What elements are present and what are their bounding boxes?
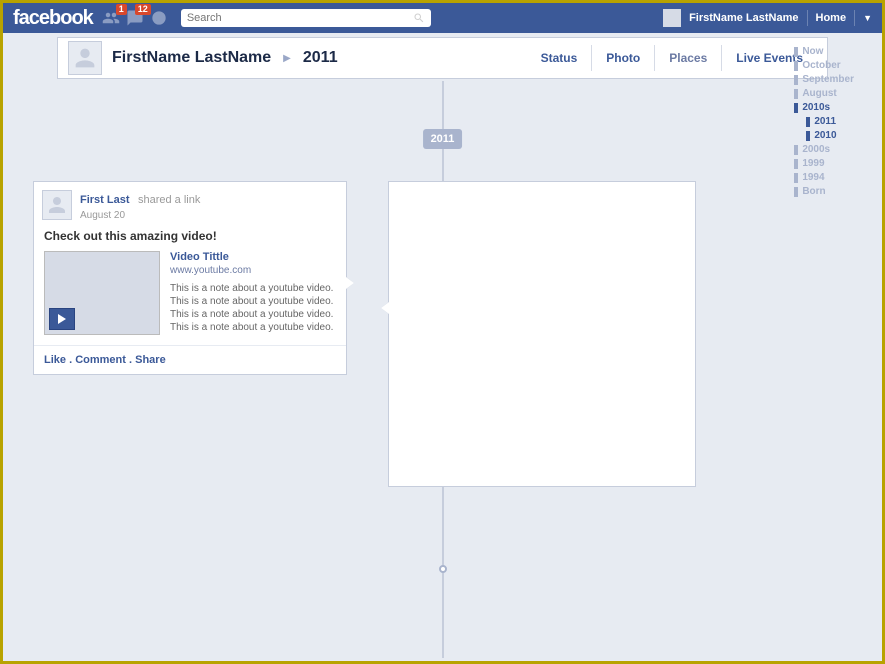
date-nav-item[interactable]: September (794, 73, 854, 87)
profile-year: 2011 (303, 49, 338, 67)
post-action-text: shared a link (138, 194, 200, 206)
tab-places[interactable]: Places (654, 45, 721, 71)
date-nav-tick-icon (794, 187, 798, 197)
nav-divider (807, 10, 808, 26)
tab-photo[interactable]: Photo (591, 45, 654, 71)
date-nav-tick-icon (794, 145, 798, 155)
breadcrumb-arrow-icon: ▶ (283, 53, 291, 64)
date-nav-item[interactable]: 2010s (794, 101, 854, 115)
post-header: First Last shared a link August 20 (34, 182, 346, 225)
date-nav-item[interactable]: 2011 (806, 115, 854, 129)
date-nav-tick-icon (794, 173, 798, 183)
nav-icons-group: 1 12 (101, 8, 169, 28)
play-icon[interactable] (49, 308, 75, 330)
date-nav-label: 2011 (814, 115, 836, 129)
share-button[interactable]: Share (135, 354, 166, 366)
timeline-post-empty (388, 181, 696, 487)
date-nav-tick-icon (794, 89, 798, 99)
post-author-link[interactable]: First Last (80, 194, 130, 206)
user-avatar-mini[interactable] (663, 9, 681, 27)
date-nav-item[interactable]: October (794, 59, 854, 73)
date-nav-item[interactable]: Born (794, 185, 854, 199)
date-nav-tick-icon (806, 131, 810, 141)
date-nav-item[interactable]: 1999 (794, 157, 854, 171)
user-name-link[interactable]: FirstName LastName (689, 12, 798, 24)
date-nav-item[interactable]: 2000s (794, 143, 854, 157)
date-nav-label: Born (802, 185, 825, 199)
date-nav-item[interactable]: Now (794, 45, 854, 59)
date-nav-item[interactable]: August (794, 87, 854, 101)
friend-requests-icon[interactable]: 1 (101, 8, 121, 28)
date-nav-tick-icon (794, 61, 798, 71)
profile-name[interactable]: FirstName LastName (112, 49, 271, 67)
date-nav-label: October (802, 59, 840, 73)
video-thumbnail[interactable] (44, 251, 160, 335)
date-nav-tick-icon (806, 117, 810, 127)
date-nav-tick-icon (794, 159, 798, 169)
timeline-date-nav: NowOctoberSeptemberAugust2010s2011201020… (794, 45, 854, 199)
post-actions: Like . Comment . Share (34, 345, 346, 374)
date-nav-label: Now (802, 45, 823, 59)
date-nav-label: August (802, 87, 836, 101)
media-url[interactable]: www.youtube.com (170, 265, 336, 276)
date-nav-tick-icon (794, 47, 798, 57)
composer-tabs: Status Photo Places Live Events (527, 45, 817, 71)
date-nav-label: 2010 (814, 129, 836, 143)
timeline-dot (439, 565, 447, 573)
top-right-controls: FirstName LastName Home ▼ (663, 9, 872, 27)
messages-icon[interactable]: 12 (125, 8, 145, 28)
home-link[interactable]: Home (816, 12, 847, 24)
post-date[interactable]: August 20 (80, 210, 200, 221)
post-author-avatar[interactable] (42, 190, 72, 220)
profile-avatar[interactable] (68, 41, 102, 75)
date-nav-label: 1994 (802, 171, 824, 185)
date-nav-label: September (802, 73, 854, 87)
comment-button[interactable]: Comment (75, 354, 126, 366)
timeline-post: First Last shared a link August 20 Check… (33, 181, 347, 375)
notifications-globe-icon[interactable] (149, 8, 169, 28)
top-nav-bar: facebook 1 12 FirstName LastName Home ▼ (3, 3, 882, 33)
media-info: Video Tittle www.youtube.com This is a n… (170, 251, 336, 335)
date-nav-item[interactable]: 1994 (794, 171, 854, 185)
like-button[interactable]: Like (44, 354, 66, 366)
media-description: This is a note about a youtube video.Thi… (170, 282, 336, 334)
search-input[interactable] (187, 12, 413, 24)
date-nav-label: 2010s (802, 101, 830, 115)
date-nav-tick-icon (794, 75, 798, 85)
nav-divider (854, 10, 855, 26)
post-body-text: Check out this amazing video! (34, 225, 346, 251)
media-title-link[interactable]: Video Tittle (170, 251, 336, 263)
search-icon[interactable] (413, 12, 425, 24)
post-pointer-icon (381, 302, 389, 314)
facebook-logo[interactable]: facebook (13, 7, 93, 30)
tab-status[interactable]: Status (527, 45, 592, 71)
date-nav-label: 1999 (802, 157, 824, 171)
search-box[interactable] (181, 9, 431, 27)
timeline-year-marker: 2011 (423, 129, 463, 149)
date-nav-label: 2000s (802, 143, 830, 157)
post-meta: First Last shared a link August 20 (80, 190, 200, 221)
date-nav-item[interactable]: 2010 (806, 129, 854, 143)
date-nav-tick-icon (794, 103, 798, 113)
account-dropdown-icon[interactable]: ▼ (863, 13, 872, 23)
post-pointer-icon (346, 277, 354, 289)
profile-header: FirstName LastName ▶ 2011 Status Photo P… (57, 37, 828, 79)
post-media: Video Tittle www.youtube.com This is a n… (34, 251, 346, 345)
